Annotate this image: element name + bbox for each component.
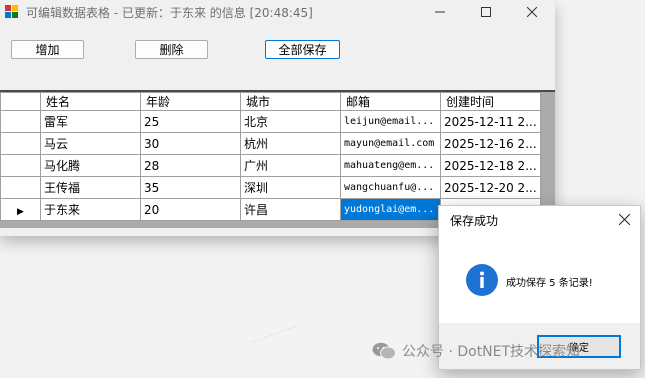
cell-created[interactable]: 2025-12-16 2... [440, 132, 541, 155]
watermark-text: 公众号 · DotNET技术探索知 [402, 344, 581, 360]
cell-age[interactable]: 35 [140, 176, 241, 199]
cell-name[interactable]: 雷军 [40, 110, 141, 133]
cell-email-selected[interactable]: yudonglai@em... [340, 198, 441, 221]
cell-email[interactable]: leijun@email... [340, 110, 441, 133]
cell-created[interactable]: 2025-12-18 2... [440, 154, 541, 177]
table-row[interactable]: 马云 30 杭州 mayun@email.com 2025-12-16 2... [0, 132, 541, 155]
cell-created[interactable]: 2025-12-20 2... [440, 176, 541, 199]
dialog-close-button[interactable] [614, 210, 634, 228]
dialog-message: 成功保存 5 条记录! [506, 278, 593, 289]
cell-age[interactable]: 20 [140, 198, 241, 221]
title-bar[interactable]: 可编辑数据表格 - 已更新：于东来 的信息 [20:48:45] [0, 0, 555, 24]
cell-name[interactable]: 于东来 [40, 198, 141, 221]
save-all-button[interactable]: 全部保存 [265, 40, 340, 59]
wechat-watermark: 公众号 · DotNET技术探索知 [372, 341, 580, 361]
cell-name[interactable]: 马云 [40, 132, 141, 155]
cell-email[interactable]: wangchuanfu@... [340, 176, 441, 199]
add-button[interactable]: 增加 [11, 40, 84, 59]
column-header-email[interactable]: 邮箱 [340, 92, 441, 111]
table-row[interactable]: 雷军 25 北京 leijun@email... 2025-12-11 2... [0, 110, 541, 133]
dialog-title: 保存成功 [450, 214, 499, 228]
maximize-icon [481, 7, 491, 17]
cell-age[interactable]: 30 [140, 132, 241, 155]
cell-city[interactable]: 广州 [240, 154, 341, 177]
row-header-corner[interactable] [0, 92, 41, 111]
cell-age[interactable]: 25 [140, 110, 241, 133]
column-header-created[interactable]: 创建时间 [440, 92, 541, 111]
cell-city[interactable]: 许昌 [240, 198, 341, 221]
cell-city[interactable]: 深圳 [240, 176, 341, 199]
diagonal-watermark: ··················· [249, 322, 299, 347]
current-row-pointer-icon: ▶ [17, 206, 24, 217]
row-header[interactable] [0, 132, 41, 155]
table-row[interactable]: 马化腾 28 广州 mahuateng@em... 2025-12-18 2..… [0, 154, 541, 177]
row-header[interactable] [0, 176, 41, 199]
row-header-current[interactable]: ▶ [0, 198, 41, 221]
close-icon [527, 7, 537, 17]
row-header[interactable] [0, 110, 41, 133]
close-icon [618, 213, 630, 225]
cell-email[interactable]: mayun@email.com [340, 132, 441, 155]
cell-name[interactable]: 王传福 [40, 176, 141, 199]
maximize-button[interactable] [463, 0, 509, 24]
close-button[interactable] [509, 0, 555, 24]
delete-button[interactable]: 删除 [135, 40, 208, 59]
main-window: 可编辑数据表格 - 已更新：于东来 的信息 [20:48:45] 增加 删除 全… [0, 0, 555, 236]
minimize-button[interactable] [417, 0, 463, 24]
cell-created[interactable]: 2025-12-11 2... [440, 110, 541, 133]
column-header-city[interactable]: 城市 [240, 92, 341, 111]
cell-age[interactable]: 28 [140, 154, 241, 177]
window-title: 可编辑数据表格 - 已更新：于东来 的信息 [20:48:45] [26, 6, 313, 20]
row-header[interactable] [0, 154, 41, 177]
cell-email[interactable]: mahuateng@em... [340, 154, 441, 177]
wechat-icon [372, 342, 396, 360]
table-row[interactable]: 王传福 35 深圳 wangchuanfu@... 2025-12-20 2..… [0, 176, 541, 199]
app-grid-icon [5, 5, 18, 18]
column-header-name[interactable]: 姓名 [40, 92, 141, 111]
info-icon [466, 264, 498, 296]
minimize-icon [435, 11, 445, 13]
cell-city[interactable]: 北京 [240, 110, 341, 133]
column-header-age[interactable]: 年龄 [140, 92, 241, 111]
header-row: 姓名 年龄 城市 邮箱 创建时间 [0, 92, 541, 111]
cell-city[interactable]: 杭州 [240, 132, 341, 155]
cell-name[interactable]: 马化腾 [40, 154, 141, 177]
